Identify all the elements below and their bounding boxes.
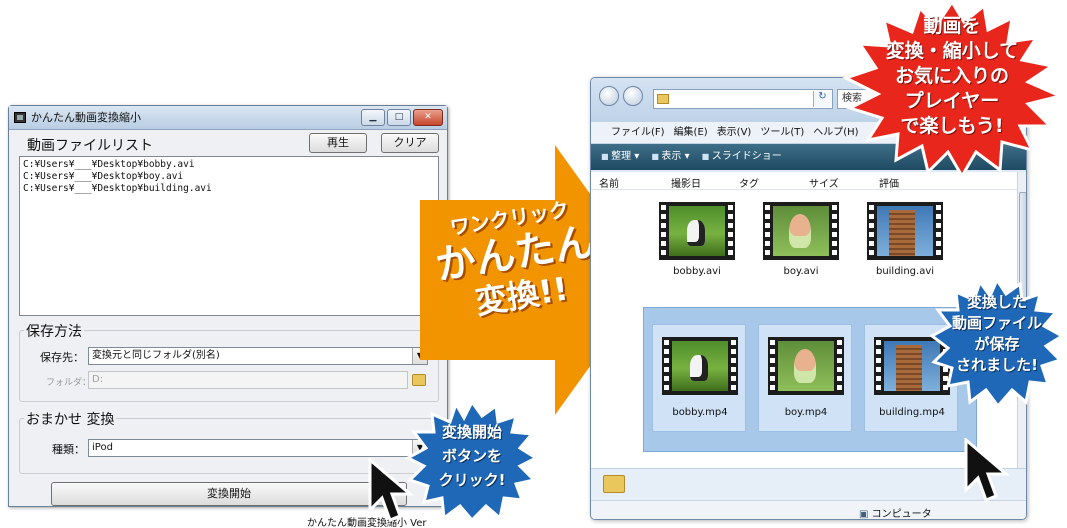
save-dest-value: 変換元と同じフォルダ(別名) xyxy=(92,350,220,361)
organize-button[interactable]: 整理 ▾ xyxy=(601,144,639,170)
file-list-title: 動画ファイルリスト xyxy=(27,138,153,154)
start-badge-line: 変換開始 xyxy=(441,423,502,441)
forward-icon[interactable] xyxy=(623,86,643,106)
computer-status: コンピュータ xyxy=(859,505,932,519)
file-thumb: bobby.mp4 xyxy=(656,335,744,423)
save-method-group: 保存方法 保存先： 変換元と同じフォルダ(別名) ▼ フォルダ： D: xyxy=(19,321,439,402)
mouse-cursor-icon xyxy=(964,438,1010,502)
column-name[interactable]: 名前 xyxy=(599,175,619,190)
window-controls: ▁ □ ✕ xyxy=(361,109,443,126)
red-badge-line: で楽しもう! xyxy=(900,115,1004,137)
menu-file[interactable]: ファイル(F) xyxy=(611,122,665,143)
video-thumbnail xyxy=(867,202,943,260)
file-item[interactable]: building.avi xyxy=(861,200,949,288)
type-value: iPod xyxy=(92,442,113,453)
refresh-icon[interactable]: ↻ xyxy=(813,91,831,107)
red-badge-line: 変換・縮小して xyxy=(885,40,1019,62)
video-thumbnail xyxy=(662,337,738,395)
maximize-button[interactable]: □ xyxy=(387,109,411,126)
start-badge-line: ボタンを xyxy=(441,447,502,465)
app-film-icon xyxy=(14,112,26,123)
back-icon[interactable] xyxy=(599,86,619,106)
column-size[interactable]: サイズ xyxy=(809,175,839,190)
save-dest-select[interactable]: 変換元と同じフォルダ(別名) ▼ xyxy=(88,347,428,365)
address-bar[interactable] xyxy=(653,89,833,109)
file-item-selected[interactable]: boy.mp4 xyxy=(758,324,852,432)
menu-tools[interactable]: ツール(T) xyxy=(760,122,804,143)
saved-badge-line: 動画ファイル xyxy=(951,314,1042,332)
column-tag[interactable]: タグ xyxy=(739,175,759,190)
save-dest-label: 保存先： xyxy=(40,351,84,364)
file-name: building.avi xyxy=(875,266,935,277)
saved-badge-line: されました! xyxy=(956,356,1038,374)
list-header: 動画ファイルリスト 再生 クリア xyxy=(19,130,439,154)
close-button[interactable]: ✕ xyxy=(413,109,443,126)
saved-badge-line: が保存 xyxy=(974,335,1020,353)
minimize-button[interactable]: ▁ xyxy=(361,109,385,126)
type-label: 種類： xyxy=(52,443,85,456)
list-item[interactable]: C:¥Users¥___¥Desktop¥building.avi xyxy=(23,183,435,195)
file-name: building.mp4 xyxy=(879,407,945,418)
slideshow-button[interactable]: スライドショー xyxy=(702,144,782,170)
mouse-cursor-icon xyxy=(368,458,414,522)
red-badge-text: 動画を 変換・縮小して お気に入りの プレイヤー で楽しもう! xyxy=(866,14,1038,139)
play-button[interactable]: 再生 xyxy=(309,133,367,153)
file-thumb: boy.mp4 xyxy=(762,335,850,423)
app-title-bar: かんたん動画変換縮小 ▁ □ ✕ xyxy=(9,106,447,130)
file-item-selected[interactable]: bobby.mp4 xyxy=(652,324,746,432)
start-badge-line: クリック! xyxy=(438,471,506,489)
file-name: boy.avi xyxy=(783,266,819,277)
list-item[interactable]: C:¥Users¥___¥Desktop¥bobby.avi xyxy=(23,159,435,171)
file-name: boy.mp4 xyxy=(784,407,828,418)
auto-convert-title: おまかせ 変換 xyxy=(24,409,117,429)
view-button[interactable]: 表示 ▾ xyxy=(651,144,689,170)
menu-view[interactable]: 表示(V) xyxy=(717,122,752,143)
folder-input: D: xyxy=(88,371,408,389)
blue-start-badge-text: 変換開始 ボタンを クリック! xyxy=(412,420,532,492)
video-thumbnail xyxy=(768,337,844,395)
type-select[interactable]: iPod ▼ xyxy=(88,439,428,457)
video-thumbnail xyxy=(763,202,839,260)
start-convert-button[interactable]: 変換開始 xyxy=(51,482,407,506)
app-body: 動画ファイルリスト 再生 クリア C:¥Users¥___¥Desktop¥bo… xyxy=(9,130,447,528)
selected-files-area: bobby.mp4 boy.mp4 building.mp4 xyxy=(643,307,977,452)
file-item[interactable]: bobby.avi xyxy=(653,200,741,288)
red-badge-line: 動画を xyxy=(923,15,981,37)
red-badge-line: プレイヤー xyxy=(904,90,1000,112)
file-name: bobby.mp4 xyxy=(672,407,728,418)
list-item[interactable]: C:¥Users¥___¥Desktop¥boy.avi xyxy=(23,171,435,183)
file-list[interactable]: C:¥Users¥___¥Desktop¥bobby.avi C:¥Users¥… xyxy=(19,156,439,316)
red-badge-line: お気に入りの xyxy=(894,65,1009,87)
details-pane xyxy=(591,468,1026,500)
file-name: bobby.avi xyxy=(673,266,721,277)
folder-icon xyxy=(603,475,625,493)
folder-label: フォルダ： xyxy=(46,378,92,388)
video-thumbnail xyxy=(659,202,735,260)
blue-saved-badge-text: 変換した 動画ファイル が保存 されました! xyxy=(936,292,1058,376)
menu-edit[interactable]: 編集(E) xyxy=(674,122,708,143)
converter-app-window: かんたん動画変換縮小 ▁ □ ✕ 動画ファイルリスト 再生 クリア C:¥Use… xyxy=(8,105,448,528)
saved-badge-line: 変換した xyxy=(966,293,1027,311)
folder-icon xyxy=(657,94,669,104)
explorer-status-bar: コンピュータ xyxy=(591,500,1026,519)
file-item[interactable]: boy.avi xyxy=(757,200,845,288)
save-method-title: 保存方法 xyxy=(24,321,84,341)
app-title: かんたん動画変換縮小 xyxy=(31,111,141,124)
column-date[interactable]: 撮影日 xyxy=(671,175,701,190)
